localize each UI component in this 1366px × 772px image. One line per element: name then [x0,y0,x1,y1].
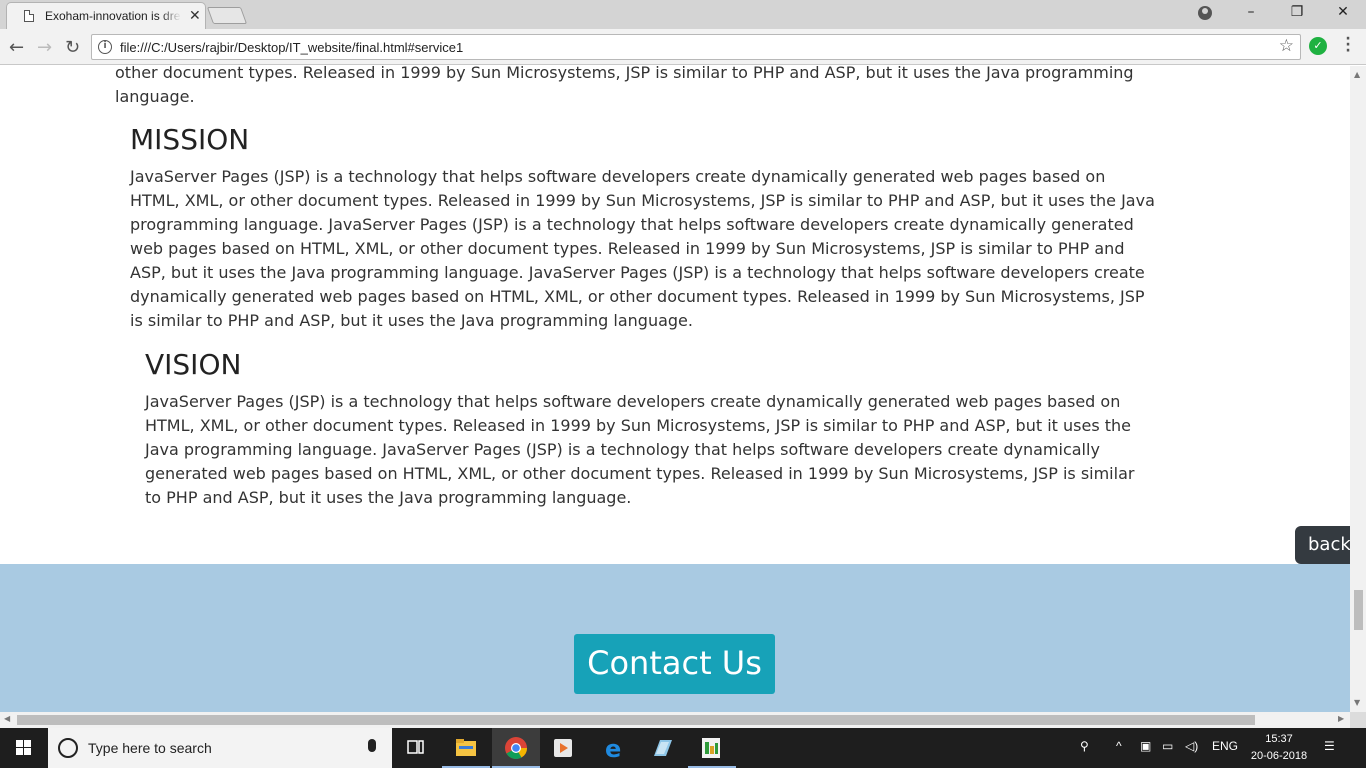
spreadsheet-app-icon[interactable] [688,728,736,768]
profile-icon[interactable] [1198,6,1212,20]
file-icon [24,10,34,22]
close-window-button[interactable]: ✕ [1320,4,1366,24]
back-arrow-icon[interactable]: ← [9,37,24,58]
scroll-right-icon[interactable]: ▶ [1338,714,1344,723]
extension-check-icon[interactable]: ✓ [1309,37,1327,55]
forward-arrow-icon[interactable]: → [37,37,52,58]
cortana-icon [58,738,78,758]
notifications-icon[interactable]: ☰ [1324,739,1335,753]
browser-tab[interactable]: Exoham-innovation is dre ✕ [6,2,206,29]
new-tab-button[interactable] [206,7,248,24]
info-icon[interactable]: i [98,40,112,54]
network-icon[interactable]: ▣ [1140,739,1151,753]
browser-toolbar: ← → ↻ i file:///C:/Users/rajbir/Desktop/… [0,29,1366,65]
scroll-left-icon[interactable]: ◀ [4,714,10,723]
mission-text: JavaServer Pages (JSP) is a technology t… [130,167,1155,330]
media-player-icon[interactable] [540,728,588,768]
clock-time: 15:37 [1265,733,1293,745]
intro-fragment-text: other document types. Released in 1999 b… [115,66,1134,106]
clock-date: 20-06-2018 [1250,750,1308,762]
tab-close-icon[interactable]: ✕ [189,8,201,24]
vertical-scrollbar[interactable]: ▲ ▼ [1350,66,1366,712]
minimize-button[interactable]: – [1228,4,1274,24]
page-viewport: other document types. Released in 1999 b… [0,66,1350,712]
back-button[interactable]: back [1295,526,1350,564]
file-explorer-icon[interactable] [442,728,490,768]
tab-strip: Exoham-innovation is dre ✕ – ❐ ✕ [0,0,1366,29]
windows-logo-icon [16,740,23,747]
search-placeholder: Type here to search [88,740,212,756]
language-indicator[interactable]: ENG [1212,739,1238,753]
bookmark-star-icon[interactable]: ☆ [1279,36,1294,56]
vertical-scroll-thumb[interactable] [1354,590,1363,630]
edge-icon[interactable]: e [590,728,638,768]
battery-icon[interactable]: ▭ [1162,739,1173,753]
menu-dots-icon[interactable]: · · · [1345,32,1351,58]
tab-title: Exoham-innovation is dre [45,9,181,23]
taskbar-search[interactable]: Type here to search [48,728,392,768]
show-hidden-icons-icon[interactable]: ^ [1116,739,1122,753]
task-view-icon[interactable] [392,728,440,768]
restore-button[interactable]: ❐ [1274,4,1320,24]
scrollbar-corner [1350,712,1366,728]
vision-text: JavaServer Pages (JSP) is a technology t… [145,392,1135,507]
address-bar[interactable]: i file:///C:/Users/rajbir/Desktop/IT_web… [91,34,1301,60]
people-icon[interactable]: ⚲ [1080,739,1089,753]
microphone-icon[interactable] [368,739,376,752]
scroll-up-icon[interactable]: ▲ [1354,70,1360,79]
horizontal-scroll-thumb[interactable] [17,715,1255,725]
system-clock[interactable]: 15:37 20-06-2018 [1248,731,1310,765]
notepad-icon[interactable] [638,728,686,768]
horizontal-scrollbar[interactable]: ◀ ▶ [0,712,1350,728]
reload-icon[interactable]: ↻ [65,37,80,58]
chrome-icon[interactable] [492,728,540,768]
contact-section: Contact Us [0,564,1350,712]
windows-taskbar: Type here to search e ⚲ ^ ▣ ▭ ◁) ENG 15:… [0,728,1366,768]
mission-heading: MISSION [130,123,250,156]
start-button[interactable] [0,728,48,768]
vision-heading: VISION [145,348,242,381]
svg-text:e: e [605,735,621,763]
scroll-down-icon[interactable]: ▼ [1354,698,1360,707]
volume-icon[interactable]: ◁) [1185,739,1198,753]
contact-us-button[interactable]: Contact Us [574,634,775,694]
url-text: file:///C:/Users/rajbir/Desktop/IT_websi… [120,40,464,55]
